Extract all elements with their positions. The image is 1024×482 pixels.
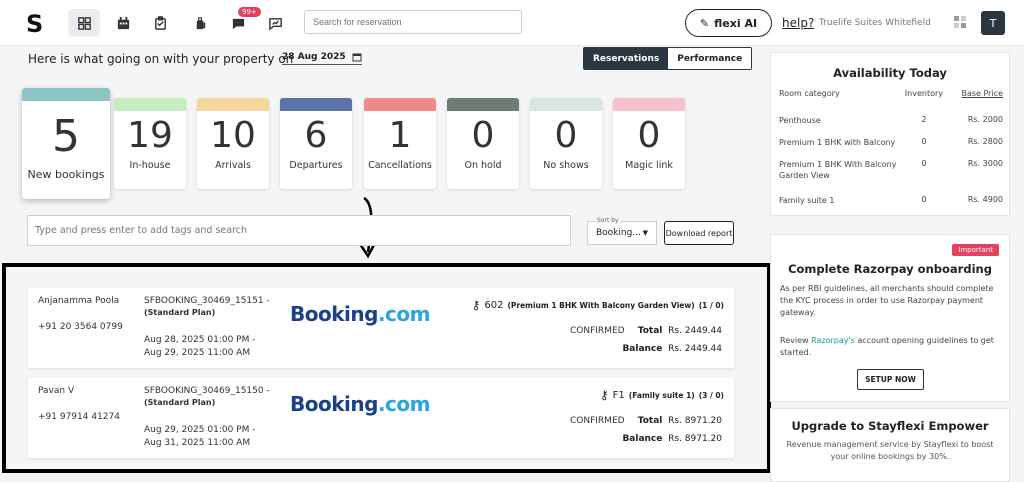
important-badge: Important: [952, 244, 999, 256]
room-base-price: Rs. 4900: [967, 195, 1003, 204]
stat-value: 0: [471, 115, 495, 156]
stat-value: 0: [554, 115, 578, 156]
messages-nav-icon[interactable]: 99+: [222, 7, 261, 37]
top-navbar: S 99+ ✎ flexi AI help? Truelife Suites W…: [0, 0, 1024, 46]
card-color-stripe: [280, 98, 352, 111]
stat-value: 5: [52, 111, 80, 162]
stat-label: Departures: [289, 160, 343, 171]
stat-value: 6: [304, 115, 328, 156]
card-color-stripe: [447, 98, 519, 111]
tab-performance[interactable]: Performance: [668, 48, 752, 69]
overview-headline: Here is what going on with your property…: [28, 52, 294, 66]
empower-title: Upgrade to Stayflexi Empower: [791, 419, 989, 433]
availability-row: Penthouse 2 Rs. 2000: [779, 115, 1003, 137]
room-category: Penthouse: [779, 116, 821, 125]
room-inventory: 0: [921, 137, 927, 146]
stat-label: Cancellations: [368, 160, 432, 171]
dashboard-nav-icon[interactable]: [68, 9, 100, 37]
stat-card-magic-link[interactable]: 0 Magic link: [613, 98, 685, 189]
notification-badge: 99+: [238, 7, 261, 17]
date-picker[interactable]: 28 Aug 2025: [282, 52, 362, 65]
magic-wand-icon: ✎: [699, 16, 710, 30]
empower-text: Revenue management service by Stayflexi …: [786, 440, 994, 461]
razorpay-panel: Important Complete Razorpay onboarding A…: [770, 234, 1010, 402]
room-inventory: 2: [921, 115, 927, 124]
card-color-stripe: [22, 88, 110, 101]
tab-reservations[interactable]: Reservations: [584, 48, 669, 69]
room-inventory: 0: [921, 195, 927, 204]
availability-row: Family suite 1 0 Rs. 4900: [779, 195, 1003, 217]
stat-label: On hold: [464, 160, 502, 171]
razorpay-text: As per RBI guidelines, all merchants sho…: [780, 284, 994, 317]
stat-label: Magic link: [625, 160, 673, 171]
room-inventory: 0: [921, 159, 927, 168]
availability-table: Room category Inventory Base Price Penth…: [779, 89, 1003, 217]
stat-card-departures[interactable]: 6 Departures: [280, 98, 352, 189]
availability-panel: Availability Today Room category Invento…: [770, 52, 1010, 216]
reservation-search-input[interactable]: [304, 10, 522, 34]
stat-card-in-house[interactable]: 19 In-house: [114, 98, 186, 189]
calendar-icon: [352, 53, 362, 62]
card-color-stripe: [197, 98, 269, 111]
stat-value: 10: [210, 115, 256, 156]
stayflexi-logo[interactable]: S: [26, 10, 43, 38]
flexi-ai-button[interactable]: ✎ flexi AI: [685, 9, 772, 37]
property-name[interactable]: Truelife Suites Whitefield: [819, 18, 931, 28]
stat-label: Arrivals: [215, 160, 251, 171]
card-color-stripe: [613, 98, 685, 111]
download-report-button[interactable]: Download report: [664, 221, 734, 245]
stat-card-new-bookings[interactable]: 5 New bookings: [22, 88, 110, 199]
stat-label: New bookings: [27, 168, 105, 181]
stat-card-arrivals[interactable]: 10 Arrivals: [197, 98, 269, 189]
setup-now-button[interactable]: SETUP NOW: [857, 369, 924, 390]
calendar-nav-icon[interactable]: [107, 9, 139, 37]
user-avatar[interactable]: T: [981, 11, 1005, 35]
room-category: Family suite 1: [779, 196, 835, 205]
stat-card-cancellations[interactable]: 1 Cancellations: [364, 98, 436, 189]
dropdown-caret-icon: ▼: [642, 229, 648, 237]
razorpay-guidelines-text: Review Razorpay's account opening guidel…: [780, 336, 994, 357]
apps-grid-icon[interactable]: [954, 16, 966, 28]
col-inventory: Inventory: [904, 89, 944, 98]
room-base-price: Rs. 3000: [967, 159, 1003, 168]
col-base-price[interactable]: Base Price: [949, 89, 1003, 115]
empower-panel: Upgrade to Stayflexi Empower Revenue man…: [770, 408, 1010, 482]
tasks-nav-icon[interactable]: [144, 9, 176, 37]
reports-nav-icon[interactable]: [259, 9, 291, 37]
stat-card-on-hold[interactable]: 0 On hold: [447, 98, 519, 189]
room-category: Premium 1 BHK With Balcony Garden View: [779, 160, 897, 180]
razorpay-link[interactable]: Razorpay's: [811, 336, 855, 345]
sort-value: Booking...: [596, 228, 641, 238]
availability-row: Premium 1 BHK with Balcony 0 Rs. 2800: [779, 137, 1003, 159]
availability-row: Premium 1 BHK With Balcony Garden View 0 R…: [779, 159, 1003, 195]
stat-value: 1: [388, 115, 412, 156]
card-color-stripe: [114, 98, 186, 111]
highlight-frame: [2, 263, 771, 473]
sort-label: Sort by: [595, 217, 621, 224]
card-color-stripe: [530, 98, 602, 111]
card-color-stripe: [364, 98, 436, 111]
razorpay-title: Complete Razorpay onboarding: [788, 262, 992, 276]
sort-select[interactable]: Booking... ▼: [587, 221, 657, 245]
flexi-ai-label: flexi AI: [714, 16, 758, 30]
view-toggle: Reservations Performance: [583, 47, 753, 70]
help-link[interactable]: help?: [782, 16, 814, 30]
room-base-price: Rs. 2800: [967, 137, 1003, 146]
stat-label: In-house: [129, 160, 171, 171]
stat-label: No shows: [543, 160, 589, 171]
room-base-price: Rs. 2000: [967, 115, 1003, 124]
availability-title: Availability Today: [833, 66, 947, 80]
stat-value: 0: [637, 115, 661, 156]
room-category: Premium 1 BHK with Balcony: [779, 138, 896, 147]
tag-search-input[interactable]: Type and press enter to add tags and sea…: [27, 215, 571, 246]
luggage-nav-icon[interactable]: [184, 9, 216, 37]
selected-date: 28 Aug 2025: [282, 52, 346, 62]
stat-value: 19: [127, 115, 173, 156]
stat-card-no-shows[interactable]: 0 No shows: [530, 98, 602, 189]
col-room-category: Room category: [779, 89, 840, 98]
